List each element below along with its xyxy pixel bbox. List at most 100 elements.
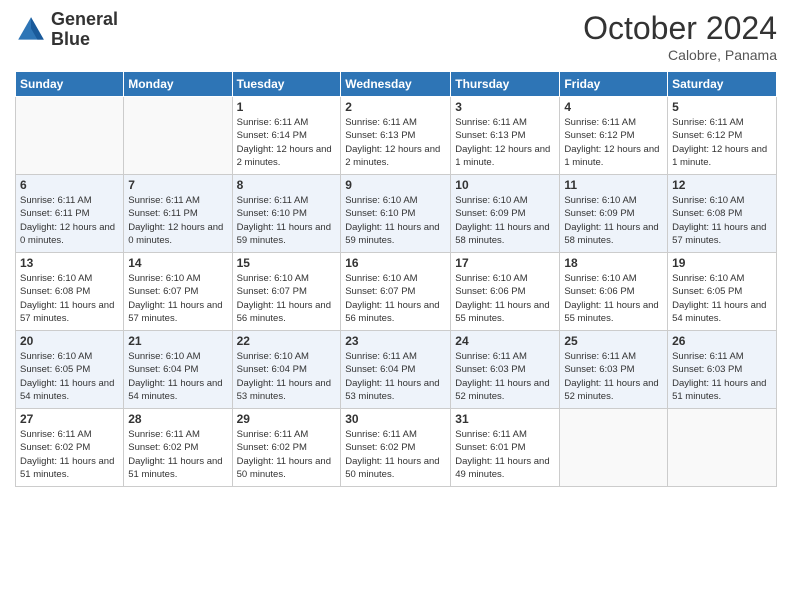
day-info: Sunrise: 6:10 AMSunset: 6:05 PMDaylight:… [672, 272, 772, 325]
calendar-week-row: 1 Sunrise: 6:11 AMSunset: 6:14 PMDaylight… [16, 97, 777, 175]
table-row: 1 Sunrise: 6:11 AMSunset: 6:14 PMDaylight… [232, 97, 341, 175]
col-tuesday: Tuesday [232, 72, 341, 97]
day-info: Sunrise: 6:10 AMSunset: 6:09 PMDaylight:… [455, 194, 555, 247]
logo-icon [15, 14, 47, 46]
day-info: Sunrise: 6:10 AMSunset: 6:07 PMDaylight:… [345, 272, 446, 325]
day-info: Sunrise: 6:11 AMSunset: 6:14 PMDaylight:… [237, 116, 337, 169]
day-info: Sunrise: 6:11 AMSunset: 6:02 PMDaylight:… [345, 428, 446, 481]
day-number: 22 [237, 334, 337, 348]
table-row: 20 Sunrise: 6:10 AMSunset: 6:05 PMDayligh… [16, 331, 124, 409]
table-row: 19 Sunrise: 6:10 AMSunset: 6:05 PMDayligh… [668, 253, 777, 331]
day-number: 5 [672, 100, 772, 114]
day-number: 19 [672, 256, 772, 270]
table-row: 4Sunrise: 6:11 AMSunset: 6:12 PMDaylight… [560, 97, 668, 175]
day-info: Sunrise: 6:10 AMSunset: 6:04 PMDaylight:… [237, 350, 337, 403]
table-row: 11 Sunrise: 6:10 AMSunset: 6:09 PMDayligh… [560, 175, 668, 253]
table-row [668, 409, 777, 487]
logo-text: General Blue [51, 10, 118, 50]
day-number: 14 [128, 256, 227, 270]
header-row: Sunday Monday Tuesday Wednesday Thursday… [16, 72, 777, 97]
day-number: 8 [237, 178, 337, 192]
table-row: 6 Sunrise: 6:11 AMSunset: 6:11 PMDaylight… [16, 175, 124, 253]
day-info: Sunrise: 6:11 AMSunset: 6:03 PMDaylight:… [564, 350, 663, 403]
table-row: 15 Sunrise: 6:10 AMSunset: 6:07 PMDayligh… [232, 253, 341, 331]
day-number: 12 [672, 178, 772, 192]
table-row: 26 Sunrise: 6:11 AMSunset: 6:03 PMDayligh… [668, 331, 777, 409]
day-info: Sunrise: 6:10 AMSunset: 6:05 PMDaylight:… [20, 350, 119, 403]
table-row: 7Sunrise: 6:11 AMSunset: 6:11 PMDaylight… [124, 175, 232, 253]
table-row: 17 Sunrise: 6:10 AMSunset: 6:06 PMDayligh… [451, 253, 560, 331]
table-row: 25 Sunrise: 6:11 AMSunset: 6:03 PMDayligh… [560, 331, 668, 409]
day-info: Sunrise: 6:11 AMSunset: 6:11 PMDaylight:… [20, 194, 119, 247]
title-block: October 2024 Calobre, Panama [583, 10, 777, 63]
day-number: 25 [564, 334, 663, 348]
table-row: 21 Sunrise: 6:10 AMSunset: 6:04 PMDayligh… [124, 331, 232, 409]
page: General Blue October 2024 Calobre, Panam… [0, 0, 792, 612]
day-number: 11 [564, 178, 663, 192]
table-row: 24Sunrise: 6:11 AMSunset: 6:03 PMDayligh… [451, 331, 560, 409]
day-info: Sunrise: 6:11 AMSunset: 6:12 PMDaylight:… [564, 116, 663, 169]
day-info: Sunrise: 6:10 AMSunset: 6:09 PMDaylight:… [564, 194, 663, 247]
day-number: 10 [455, 178, 555, 192]
day-number: 26 [672, 334, 772, 348]
day-info: Sunrise: 6:10 AMSunset: 6:07 PMDaylight:… [128, 272, 227, 325]
table-row: 13 Sunrise: 6:10 AMSunset: 6:08 PMDayligh… [16, 253, 124, 331]
calendar-week-row: 13 Sunrise: 6:10 AMSunset: 6:08 PMDayligh… [16, 253, 777, 331]
calendar-week-row: 6 Sunrise: 6:11 AMSunset: 6:11 PMDaylight… [16, 175, 777, 253]
day-number: 2 [345, 100, 446, 114]
table-row: 30 Sunrise: 6:11 AMSunset: 6:02 PMDayligh… [341, 409, 451, 487]
day-number: 16 [345, 256, 446, 270]
table-row: 31 Sunrise: 6:11 AMSunset: 6:01 PMDayligh… [451, 409, 560, 487]
day-info: Sunrise: 6:10 AMSunset: 6:10 PMDaylight:… [345, 194, 446, 247]
day-number: 21 [128, 334, 227, 348]
day-info: Sunrise: 6:11 AMSunset: 6:11 PMDaylight:… [128, 194, 227, 247]
table-row: 23Sunrise: 6:11 AMSunset: 6:04 PMDayligh… [341, 331, 451, 409]
day-number: 13 [20, 256, 119, 270]
location-subtitle: Calobre, Panama [583, 47, 777, 63]
day-number: 20 [20, 334, 119, 348]
day-number: 23 [345, 334, 446, 348]
day-info: Sunrise: 6:11 AMSunset: 6:01 PMDaylight:… [455, 428, 555, 481]
day-number: 30 [345, 412, 446, 426]
day-number: 9 [345, 178, 446, 192]
table-row: 3Sunrise: 6:11 AMSunset: 6:13 PMDaylight… [451, 97, 560, 175]
day-info: Sunrise: 6:10 AMSunset: 6:06 PMDaylight:… [564, 272, 663, 325]
day-info: Sunrise: 6:11 AMSunset: 6:02 PMDaylight:… [20, 428, 119, 481]
col-sunday: Sunday [16, 72, 124, 97]
day-info: Sunrise: 6:10 AMSunset: 6:07 PMDaylight:… [237, 272, 337, 325]
day-number: 1 [237, 100, 337, 114]
day-number: 18 [564, 256, 663, 270]
day-number: 31 [455, 412, 555, 426]
day-info: Sunrise: 6:11 AMSunset: 6:02 PMDaylight:… [237, 428, 337, 481]
table-row: 10 Sunrise: 6:10 AMSunset: 6:09 PMDayligh… [451, 175, 560, 253]
day-info: Sunrise: 6:10 AMSunset: 6:08 PMDaylight:… [672, 194, 772, 247]
table-row [16, 97, 124, 175]
day-number: 27 [20, 412, 119, 426]
day-info: Sunrise: 6:10 AMSunset: 6:04 PMDaylight:… [128, 350, 227, 403]
col-monday: Monday [124, 72, 232, 97]
calendar-week-row: 20 Sunrise: 6:10 AMSunset: 6:05 PMDayligh… [16, 331, 777, 409]
table-row: 22 Sunrise: 6:10 AMSunset: 6:04 PMDayligh… [232, 331, 341, 409]
table-row: 12 Sunrise: 6:10 AMSunset: 6:08 PMDayligh… [668, 175, 777, 253]
table-row: 5 Sunrise: 6:11 AMSunset: 6:12 PMDaylight… [668, 97, 777, 175]
day-info: Sunrise: 6:11 AMSunset: 6:13 PMDaylight:… [455, 116, 555, 169]
table-row: 29Sunrise: 6:11 AMSunset: 6:02 PMDayligh… [232, 409, 341, 487]
day-info: Sunrise: 6:11 AMSunset: 6:02 PMDaylight:… [128, 428, 227, 481]
calendar-table: Sunday Monday Tuesday Wednesday Thursday… [15, 71, 777, 487]
col-friday: Friday [560, 72, 668, 97]
day-info: Sunrise: 6:11 AMSunset: 6:13 PMDaylight:… [345, 116, 446, 169]
day-info: Sunrise: 6:11 AMSunset: 6:12 PMDaylight:… [672, 116, 772, 169]
day-info: Sunrise: 6:11 AMSunset: 6:10 PMDaylight:… [237, 194, 337, 247]
day-info: Sunrise: 6:11 AMSunset: 6:03 PMDaylight:… [672, 350, 772, 403]
day-info: Sunrise: 6:10 AMSunset: 6:08 PMDaylight:… [20, 272, 119, 325]
day-info: Sunrise: 6:10 AMSunset: 6:06 PMDaylight:… [455, 272, 555, 325]
day-number: 15 [237, 256, 337, 270]
col-wednesday: Wednesday [341, 72, 451, 97]
day-number: 17 [455, 256, 555, 270]
day-number: 6 [20, 178, 119, 192]
col-thursday: Thursday [451, 72, 560, 97]
header: General Blue October 2024 Calobre, Panam… [15, 10, 777, 63]
table-row: 2 Sunrise: 6:11 AMSunset: 6:13 PMDaylight… [341, 97, 451, 175]
logo: General Blue [15, 10, 118, 50]
month-title: October 2024 [583, 10, 777, 47]
